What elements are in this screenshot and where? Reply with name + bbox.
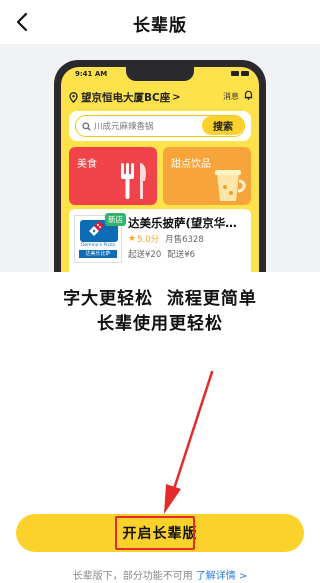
location-text: 望京恒电大厦BC座 — [81, 91, 171, 104]
elder-mode-page: 长辈版 9:41 AM 望京恒电大厦BC座 > 消息 川成元麻辣香锅 搜索 美食… — [0, 0, 320, 583]
fork-knife-icon — [121, 163, 146, 199]
category-food-label: 美食 — [77, 159, 97, 170]
page-title: 长辈版 — [133, 16, 187, 36]
headline-line-2: 长辈使用更轻松 — [97, 314, 223, 334]
status-time: 9:41 AM — [75, 70, 108, 78]
annotation-highlight-box — [115, 516, 195, 550]
location-chevron: > — [172, 91, 181, 103]
rating-row: ★ 5.0分 月售6328 — [128, 233, 204, 245]
bell-icon[interactable] — [244, 90, 253, 100]
phone-notch — [126, 67, 194, 81]
search-button[interactable]: 搜索 — [202, 116, 244, 135]
top-bar: 长辈版 — [0, 0, 320, 44]
message-label[interactable]: 消息 — [223, 91, 239, 102]
store-sales: 月售6328 — [165, 235, 204, 245]
location-bar[interactable]: 望京恒电大厦BC座 > 消息 — [69, 89, 253, 105]
min-order: 起送¥20 — [128, 250, 162, 260]
category-row: 美食 甜点饮品 — [69, 147, 251, 205]
footer-note-text: 长辈版下，部分功能不可用 — [72, 571, 193, 582]
phone-screen: 9:41 AM 望京恒电大厦BC座 > 消息 川成元麻辣香锅 搜索 美食 甜点饮… — [61, 67, 259, 272]
category-drink-label: 甜点饮品 — [171, 159, 211, 170]
store-name: 达美乐披萨(望京华… — [128, 216, 237, 230]
status-icons — [231, 71, 249, 76]
store-rating: 5.0分 — [137, 235, 160, 245]
search-icon — [82, 121, 91, 131]
location-pin-icon — [69, 91, 78, 103]
delivery-fee: 配送¥6 — [167, 250, 196, 260]
search-input[interactable]: 川成元麻辣香锅 搜索 — [75, 115, 245, 137]
store-card[interactable]: 新店 Domino's Pizza 达美乐比萨 达美乐披萨(望京华… ★ 5.0… — [69, 209, 251, 272]
new-store-badge: 新店 — [105, 213, 126, 226]
star-icon: ★ — [128, 234, 137, 244]
category-food[interactable]: 美食 — [69, 147, 157, 205]
preview-area: 9:41 AM 望京恒电大厦BC座 > 消息 川成元麻辣香锅 搜索 美食 甜点饮… — [0, 44, 320, 272]
learn-more-link[interactable]: 了解详情 > — [196, 571, 248, 582]
headline-line-1: 字大更轻松 流程更简单 — [63, 289, 257, 309]
logo-english-text: Domino's Pizza — [81, 243, 115, 248]
category-desserts-drinks[interactable]: 甜点饮品 — [163, 147, 251, 205]
logo-chinese-text: 达美乐比萨 — [79, 250, 117, 258]
headline: 字大更轻松 流程更简单 长辈使用更轻松 — [0, 287, 320, 337]
search-placeholder: 川成元麻辣香锅 — [94, 122, 154, 132]
search-card: 川成元麻辣香锅 搜索 — [69, 111, 251, 141]
phone-mockup: 9:41 AM 望京恒电大厦BC座 > 消息 川成元麻辣香锅 搜索 美食 甜点饮… — [54, 60, 266, 272]
drink-cup-icon — [215, 170, 246, 201]
fee-row: 起送¥20 配送¥6 — [128, 248, 195, 260]
footer-note: 长辈版下，部分功能不可用 了解详情 > — [0, 567, 320, 582]
